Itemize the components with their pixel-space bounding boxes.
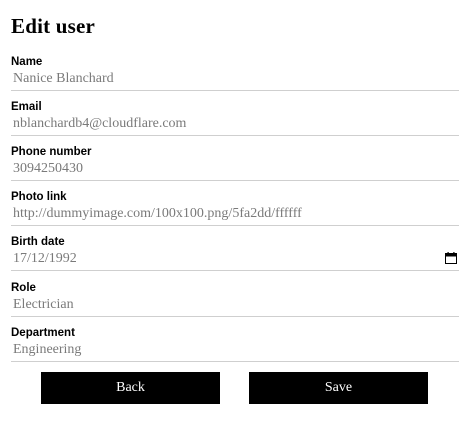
birth-date-input[interactable]: 17/12/1992: [11, 249, 459, 271]
role-label: Role: [11, 282, 36, 294]
birth-date-label: Birth date: [11, 236, 65, 248]
phone-label: Phone number: [11, 146, 92, 158]
photo-link-label: Photo link: [11, 191, 67, 203]
birth-date-value: 17/12/1992: [13, 251, 77, 266]
role-input[interactable]: Electrician: [11, 295, 459, 317]
name-field: Name Nanice Blanchard: [11, 55, 459, 99]
save-button[interactable]: Save: [249, 372, 428, 404]
birth-date-field: Birth date 17/12/1992: [11, 235, 459, 279]
department-field: Department Engineering: [11, 326, 459, 370]
email-field: Email nblanchardb4@cloudflare.com: [11, 100, 459, 144]
photo-link-field: Photo link http://dummyimage.com/100x100…: [11, 190, 459, 234]
department-label: Department: [11, 327, 75, 339]
role-field: Role Electrician: [11, 281, 459, 325]
name-label: Name: [11, 56, 43, 68]
phone-field: Phone number 3094250430: [11, 145, 459, 189]
photo-link-input[interactable]: http://dummyimage.com/100x100.png/5fa2dd…: [11, 204, 459, 226]
phone-input[interactable]: 3094250430: [11, 159, 459, 181]
email-input[interactable]: nblanchardb4@cloudflare.com: [11, 114, 459, 136]
email-label: Email: [11, 101, 42, 113]
name-input[interactable]: Nanice Blanchard: [11, 69, 459, 91]
department-input[interactable]: Engineering: [11, 340, 459, 362]
page-title: Edit user: [11, 14, 96, 38]
calendar-icon[interactable]: [445, 252, 457, 264]
back-button[interactable]: Back: [41, 372, 220, 404]
